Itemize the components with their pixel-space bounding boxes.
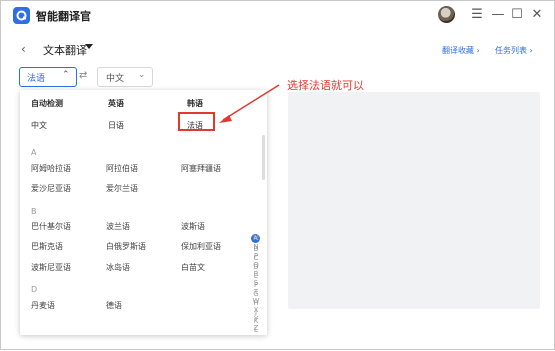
back-icon[interactable]: ‹ bbox=[21, 42, 26, 56]
list-item[interactable]: 爱沙尼亚语 bbox=[31, 183, 71, 194]
chevron-down-icon: ⌄ bbox=[138, 70, 146, 80]
source-language-value: 法语 bbox=[27, 74, 46, 84]
alpha-index-item[interactable]: W bbox=[251, 297, 261, 305]
list-item[interactable]: 爱尔兰语 bbox=[106, 183, 138, 194]
alpha-index-item[interactable]: S bbox=[251, 279, 261, 287]
avatar[interactable] bbox=[438, 6, 455, 23]
close-icon[interactable]: ✕ bbox=[529, 7, 545, 23]
list-item[interactable]: 巴什基尔语 bbox=[31, 221, 71, 232]
list-item[interactable]: 冰岛语 bbox=[106, 262, 130, 273]
app-window: 智能翻译官 ☰ — ☐ ✕ ‹ 文本翻译 翻译收藏 › 任务列表 › 法语 ⌃ … bbox=[0, 0, 555, 350]
alpha-index-item[interactable]: X bbox=[251, 306, 261, 314]
section-header-a: A bbox=[31, 148, 37, 157]
list-item[interactable]: 波斯语 bbox=[181, 221, 205, 232]
translation-output-panel[interactable] bbox=[288, 92, 540, 309]
alpha-index-item[interactable]: Q bbox=[251, 261, 261, 269]
source-language-select[interactable]: 法语 ⌃ bbox=[19, 67, 77, 87]
task-list-link[interactable]: 任务列表 › bbox=[495, 45, 533, 56]
target-language-select[interactable]: 中文 ⌄ bbox=[97, 67, 153, 87]
menu-icon[interactable]: ☰ bbox=[469, 7, 485, 23]
alpha-index-item[interactable]: M bbox=[251, 234, 261, 242]
language-dropdown: 自动检测 英语 韩语 中文 日语 法语 A 阿姆哈拉语 阿拉伯语 阿塞拜疆语 爱… bbox=[20, 90, 267, 335]
alpha-index-item[interactable]: Y bbox=[251, 315, 261, 323]
french-highlight-box bbox=[178, 112, 215, 131]
app-title: 智能翻译官 bbox=[36, 10, 91, 23]
alpha-index-item[interactable]: Z bbox=[251, 324, 261, 332]
target-language-value: 中文 bbox=[106, 74, 125, 84]
list-item[interactable]: 阿拉伯语 bbox=[106, 163, 138, 174]
alpha-index-item[interactable]: T bbox=[251, 288, 261, 296]
list-item[interactable]: 保加利亚语 bbox=[181, 241, 221, 252]
caret-down-icon[interactable] bbox=[85, 44, 93, 49]
app-logo-icon bbox=[13, 7, 30, 24]
favorites-link[interactable]: 翻译收藏 › bbox=[442, 45, 480, 56]
list-item[interactable]: 阿姆哈拉语 bbox=[31, 163, 71, 174]
title-bar: 智能翻译官 ☰ — ☐ ✕ bbox=[1, 1, 554, 29]
minimize-icon[interactable]: — bbox=[490, 7, 506, 23]
section-header-b: B bbox=[31, 207, 37, 216]
list-item[interactable]: 白俄罗斯语 bbox=[106, 241, 146, 252]
quick-lang-english[interactable]: 英语 bbox=[108, 98, 124, 109]
annotation-text: 选择法语就可以 bbox=[287, 79, 364, 92]
list-item[interactable]: 德语 bbox=[106, 300, 122, 311]
list-item[interactable]: 丹麦语 bbox=[31, 300, 55, 311]
list-item[interactable]: 阿塞拜疆语 bbox=[181, 163, 221, 174]
quick-lang-japanese[interactable]: 日语 bbox=[108, 120, 124, 131]
swap-icon[interactable]: ⇄ bbox=[79, 70, 87, 81]
page-title[interactable]: 文本翻译 bbox=[43, 42, 87, 58]
list-item[interactable]: 波斯尼亚语 bbox=[31, 262, 71, 273]
scrollbar[interactable] bbox=[262, 135, 265, 180]
list-item[interactable]: 波兰语 bbox=[106, 221, 130, 232]
alpha-index-item[interactable]: N bbox=[251, 243, 261, 251]
chevron-up-icon: ⌃ bbox=[62, 70, 70, 80]
list-item[interactable]: 巴斯克语 bbox=[31, 241, 63, 252]
list-item[interactable]: 白苗文 bbox=[181, 262, 205, 273]
section-header-d: D bbox=[31, 285, 38, 294]
alpha-index-item[interactable]: P bbox=[251, 252, 261, 260]
quick-lang-auto[interactable]: 自动检测 bbox=[31, 98, 63, 109]
quick-lang-korean[interactable]: 韩语 bbox=[187, 98, 203, 109]
alpha-index-item[interactable]: R bbox=[251, 270, 261, 278]
quick-lang-chinese[interactable]: 中文 bbox=[31, 120, 47, 131]
maximize-icon[interactable]: ☐ bbox=[509, 7, 525, 23]
